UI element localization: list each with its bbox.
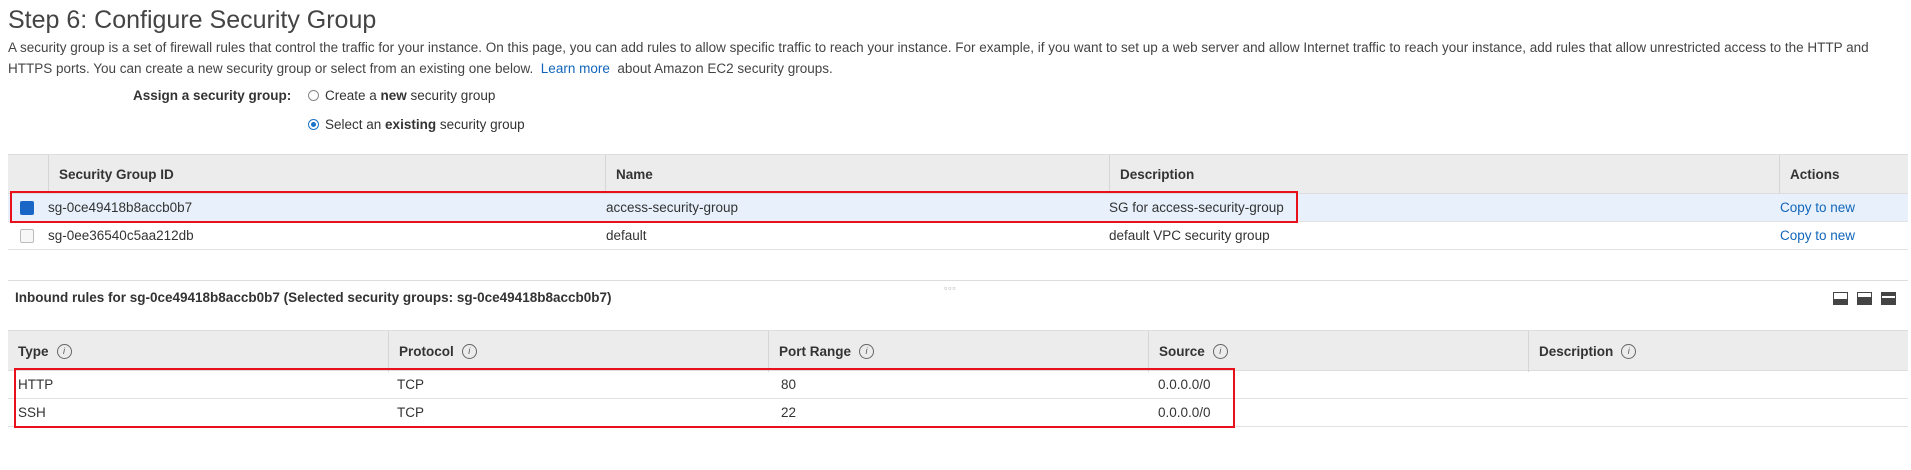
column-source-label: Source: [1159, 344, 1205, 359]
resize-grip-icon[interactable]: ▫▫▫: [944, 283, 957, 293]
assign-security-group-label: Assign a security group:: [133, 88, 292, 103]
rule-port-range: 22: [781, 405, 797, 420]
info-icon[interactable]: i: [1621, 344, 1637, 359]
radio-select-existing-label: Select an existing security group: [325, 117, 525, 132]
column-protocol-label: Protocol: [399, 344, 454, 359]
view-split-pane-icon[interactable]: [1857, 292, 1872, 305]
security-group-name: default: [606, 228, 647, 243]
rule-type: HTTP: [18, 377, 54, 392]
column-port-range[interactable]: Port Range i: [768, 331, 1148, 372]
pane-view-controls: [1833, 292, 1896, 305]
radio-create-new[interactable]: Create a new security group: [308, 88, 495, 103]
info-icon[interactable]: i: [461, 344, 477, 359]
rule-source: 0.0.0.0/0: [1158, 405, 1211, 420]
rule-source: 0.0.0.0/0: [1158, 377, 1211, 392]
security-group-description: SG for access-security-group: [1109, 200, 1284, 215]
security-group-id: sg-0ce49418b8accb0b7: [48, 200, 193, 215]
page-title: Step 6: Configure Security Group: [8, 6, 377, 34]
inbound-rules-header: Type i Protocol i Port Range i Source i Desc…: [8, 330, 1908, 372]
pane-divider[interactable]: [8, 280, 1908, 281]
radio-create-new-button[interactable]: [308, 90, 319, 101]
radio-create-new-label: Create a new security group: [325, 88, 496, 103]
security-group-description: default VPC security group: [1109, 228, 1270, 243]
rule-protocol: TCP: [397, 405, 424, 420]
column-source[interactable]: Source i: [1148, 331, 1528, 372]
view-top-pane-icon[interactable]: [1881, 292, 1896, 305]
column-rule-description-label: Description: [1539, 344, 1614, 359]
inbound-rules-title: Inbound rules for sg-0ce49418b8accb0b7 (…: [15, 290, 612, 305]
copy-to-new-link[interactable]: Copy to new: [1780, 194, 1855, 222]
rule-protocol: TCP: [397, 377, 424, 392]
learn-more-link[interactable]: Learn more: [541, 61, 610, 76]
security-group-id: sg-0ee36540c5aa212db: [48, 228, 194, 243]
radio-select-existing[interactable]: Select an existing security group: [308, 117, 525, 132]
column-rule-description[interactable]: Description i: [1528, 331, 1908, 372]
column-type[interactable]: Type i: [8, 331, 388, 372]
radio-select-existing-button[interactable]: [308, 119, 319, 130]
select-column-header: [8, 155, 48, 195]
info-icon[interactable]: i: [1212, 344, 1228, 359]
description-suffix: about Amazon EC2 security groups.: [617, 61, 833, 76]
table-row: HTTP TCP 80 0.0.0.0/0: [8, 371, 1908, 399]
row-checkbox[interactable]: [20, 201, 34, 215]
copy-to-new-link[interactable]: Copy to new: [1780, 222, 1855, 250]
rule-type: SSH: [18, 405, 46, 420]
table-row[interactable]: sg-0ce49418b8accb0b7 access-security-gro…: [8, 194, 1908, 222]
row-checkbox[interactable]: [20, 229, 34, 243]
column-name[interactable]: Name: [605, 155, 1109, 195]
info-icon[interactable]: i: [859, 344, 875, 359]
table-row: SSH TCP 22 0.0.0.0/0: [8, 399, 1908, 427]
view-bottom-pane-icon[interactable]: [1833, 292, 1848, 305]
page-description: A security group is a set of firewall ru…: [8, 37, 1903, 79]
security-group-table-header: Security Group ID Name Description Actio…: [8, 154, 1908, 195]
column-port-range-label: Port Range: [779, 344, 852, 359]
column-description[interactable]: Description: [1109, 155, 1779, 195]
column-security-group-id[interactable]: Security Group ID: [48, 155, 614, 195]
table-row[interactable]: sg-0ee36540c5aa212db default default VPC…: [8, 222, 1908, 250]
column-protocol[interactable]: Protocol i: [388, 331, 768, 372]
column-actions: Actions: [1779, 155, 1908, 195]
info-icon[interactable]: i: [56, 344, 72, 359]
column-type-label: Type: [18, 344, 49, 359]
description-text: A security group is a set of firewall ru…: [8, 40, 1869, 76]
security-group-name: access-security-group: [606, 200, 739, 215]
rule-port-range: 80: [781, 377, 797, 392]
